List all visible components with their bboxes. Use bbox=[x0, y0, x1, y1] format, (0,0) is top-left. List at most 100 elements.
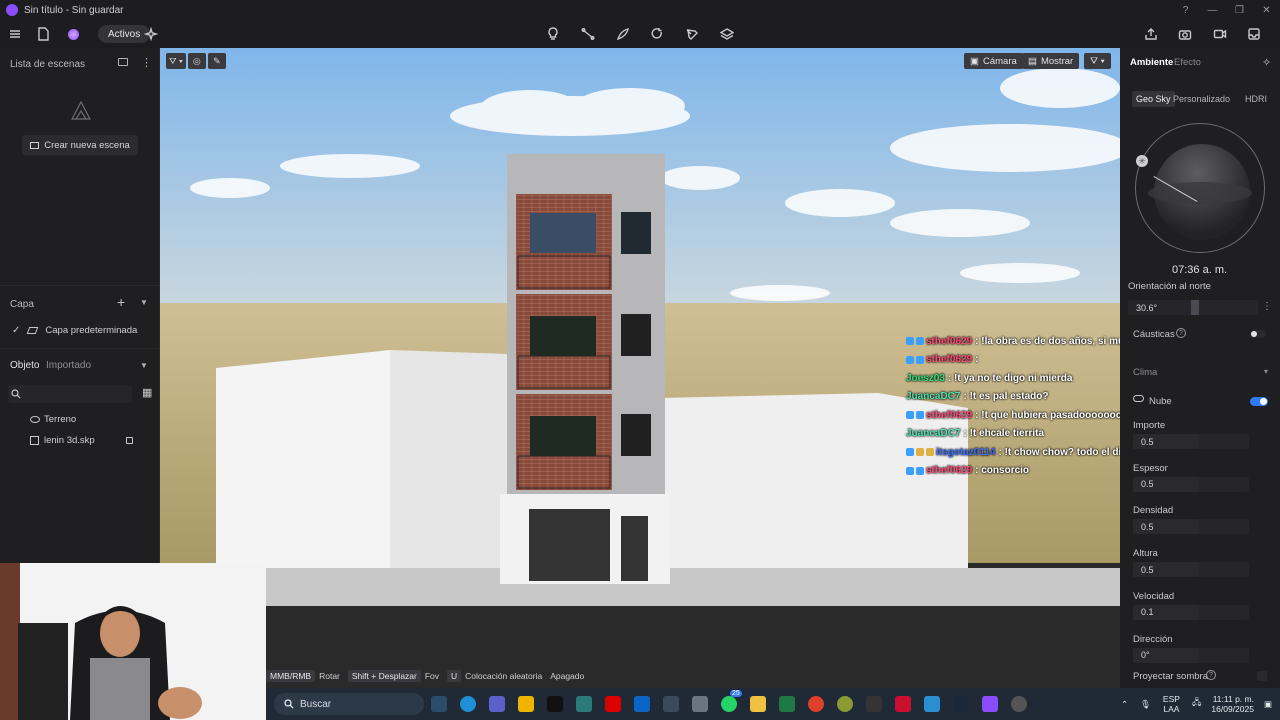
file-icon[interactable] bbox=[34, 25, 52, 43]
app-icon[interactable] bbox=[924, 696, 940, 712]
tiktok-icon[interactable] bbox=[547, 696, 563, 712]
webcam-video bbox=[0, 563, 266, 720]
d5-render-icon[interactable] bbox=[982, 696, 998, 712]
param-value-field[interactable]: 0.1 bbox=[1133, 604, 1199, 620]
app-icon[interactable] bbox=[866, 696, 882, 712]
lightbulb-icon[interactable] bbox=[544, 25, 562, 43]
camera-button[interactable]: ▣ Cámara bbox=[964, 53, 1023, 69]
app-icon[interactable] bbox=[663, 696, 679, 712]
add-layer-icon[interactable]: + bbox=[117, 294, 125, 310]
outlook-icon[interactable] bbox=[634, 696, 650, 712]
grid-view-icon[interactable]: ▦ bbox=[142, 386, 152, 399]
folder-icon[interactable] bbox=[750, 696, 766, 712]
help-icon[interactable]: ? bbox=[1206, 670, 1216, 680]
create-scene-label: Crear nueva escena bbox=[44, 139, 130, 151]
app-icon[interactable] bbox=[837, 696, 853, 712]
teams-icon[interactable] bbox=[489, 696, 505, 712]
tab-effect[interactable]: Efecto bbox=[1174, 57, 1201, 68]
pen-icon[interactable] bbox=[683, 25, 701, 43]
shadow-checkbox[interactable] bbox=[1257, 671, 1267, 681]
sun-position-dial[interactable]: ✳ bbox=[1135, 123, 1265, 253]
steam-icon[interactable] bbox=[953, 696, 969, 712]
chrome-icon[interactable] bbox=[808, 696, 824, 712]
sparkle-icon[interactable] bbox=[142, 25, 160, 43]
param-value-field[interactable]: 0° bbox=[1133, 647, 1199, 663]
network-icon[interactable]: 🖧 bbox=[1192, 697, 1201, 711]
object-search-input[interactable] bbox=[8, 385, 132, 403]
chevron-down-icon[interactable]: ▼ bbox=[140, 361, 148, 370]
camera-icon[interactable] bbox=[1176, 25, 1194, 43]
path-icon[interactable] bbox=[579, 25, 597, 43]
tab-object[interactable]: Objeto bbox=[10, 360, 39, 371]
divider bbox=[0, 348, 160, 349]
ai-orb-icon[interactable] bbox=[64, 25, 82, 43]
video-icon[interactable] bbox=[1211, 25, 1229, 43]
clock[interactable]: 11:11 p. m. 16/09/2025 bbox=[1211, 694, 1254, 714]
app-icon[interactable] bbox=[1011, 696, 1027, 712]
create-scene-button[interactable]: Crear nueva escena bbox=[22, 135, 138, 155]
view-options-button[interactable]: ⛛ ▾ bbox=[1084, 53, 1111, 69]
app-icon[interactable] bbox=[692, 696, 708, 712]
menu-icon[interactable] bbox=[6, 25, 24, 43]
excel-icon[interactable] bbox=[779, 696, 795, 712]
slider-thumb[interactable] bbox=[1191, 300, 1199, 315]
mic-icon[interactable]: 🎙 bbox=[1140, 699, 1151, 710]
param-label: Espesor bbox=[1133, 462, 1168, 474]
language: ESP bbox=[1162, 694, 1180, 704]
tab-environment[interactable]: Ambiente bbox=[1130, 57, 1173, 68]
chevron-down-icon[interactable]: ▾ bbox=[1264, 367, 1268, 376]
param-value-field[interactable]: 0.5 bbox=[1133, 434, 1199, 449]
object-row-model[interactable]: lenin 3d.skp bbox=[0, 430, 160, 450]
draw-icon[interactable] bbox=[614, 25, 632, 43]
notifications-icon[interactable]: ▣ bbox=[1264, 699, 1272, 710]
edge-icon[interactable] bbox=[460, 696, 476, 712]
netflix-icon[interactable] bbox=[605, 696, 621, 712]
param-value-field[interactable]: 0.5 bbox=[1133, 519, 1199, 535]
chat-username: sthef0629 bbox=[926, 354, 973, 366]
store-icon[interactable] bbox=[518, 696, 534, 712]
caustics-toggle[interactable] bbox=[1250, 330, 1266, 338]
layers-icon[interactable] bbox=[718, 25, 736, 43]
close-button[interactable]: ✕ bbox=[1253, 0, 1280, 20]
share-icon[interactable] bbox=[1142, 25, 1160, 43]
help-icon[interactable]: ? bbox=[1176, 328, 1186, 338]
param-value-field[interactable]: 0.5 bbox=[1133, 476, 1199, 492]
settings-sparkle-icon[interactable]: ✧ bbox=[1262, 56, 1271, 69]
language-indicator[interactable]: ESP LAA bbox=[1163, 694, 1180, 714]
show-button[interactable]: ▤ Mostrar bbox=[1022, 53, 1080, 69]
task-view-icon[interactable] bbox=[431, 696, 447, 712]
globe-icon[interactable]: ◎ bbox=[187, 53, 206, 69]
tab-custom[interactable]: Personalizado bbox=[1169, 91, 1234, 107]
export-icon[interactable] bbox=[1245, 25, 1263, 43]
scene-add-icon[interactable] bbox=[118, 58, 128, 66]
tab-hdri[interactable]: HDRI bbox=[1241, 91, 1271, 107]
param-value-field[interactable]: 0.5 bbox=[1133, 562, 1199, 578]
whatsapp-icon[interactable] bbox=[721, 696, 737, 712]
object-label: lenin 3d.skp bbox=[44, 434, 95, 446]
sun-handle-icon[interactable]: ✳ bbox=[1136, 155, 1148, 167]
lock-icon[interactable] bbox=[126, 436, 133, 444]
taskbar-search[interactable]: Buscar bbox=[274, 693, 424, 715]
minimize-button[interactable]: — bbox=[1199, 0, 1226, 20]
tab-imported[interactable]: Importado bbox=[46, 360, 91, 371]
chevron-up-icon[interactable]: ⌃ bbox=[1121, 699, 1128, 710]
autocad-icon[interactable] bbox=[895, 696, 911, 712]
cloud-toggle[interactable] bbox=[1250, 397, 1268, 406]
climate-label: Clima bbox=[1133, 367, 1158, 378]
more-options-icon[interactable]: ⋮ bbox=[1262, 301, 1272, 312]
more-options-icon[interactable]: ⋮ bbox=[141, 56, 152, 69]
layer-row-default[interactable]: ✓ Capa predeterminada bbox=[0, 320, 160, 340]
hint-text: Apagado bbox=[550, 671, 585, 681]
north-orientation-slider[interactable]: 30.6° bbox=[1128, 300, 1258, 315]
navigation-mode-icon[interactable]: ⛛ ▾ bbox=[166, 53, 186, 69]
chat-text: : !t ya no te digo ni mierda bbox=[947, 372, 1073, 384]
eyedropper-icon[interactable]: ✎ bbox=[207, 53, 226, 69]
window bbox=[621, 212, 651, 254]
help-button[interactable]: ? bbox=[1172, 0, 1199, 20]
object-row-terrain[interactable]: Terreno bbox=[0, 409, 160, 429]
rotate-icon[interactable] bbox=[648, 25, 666, 43]
chevron-down-icon[interactable]: ▼ bbox=[140, 298, 148, 307]
app-icon[interactable] bbox=[576, 696, 592, 712]
chat-text: : !t que hubiera pasadoooooooo bbox=[975, 409, 1128, 421]
maximize-button[interactable]: ❐ bbox=[1226, 0, 1253, 20]
